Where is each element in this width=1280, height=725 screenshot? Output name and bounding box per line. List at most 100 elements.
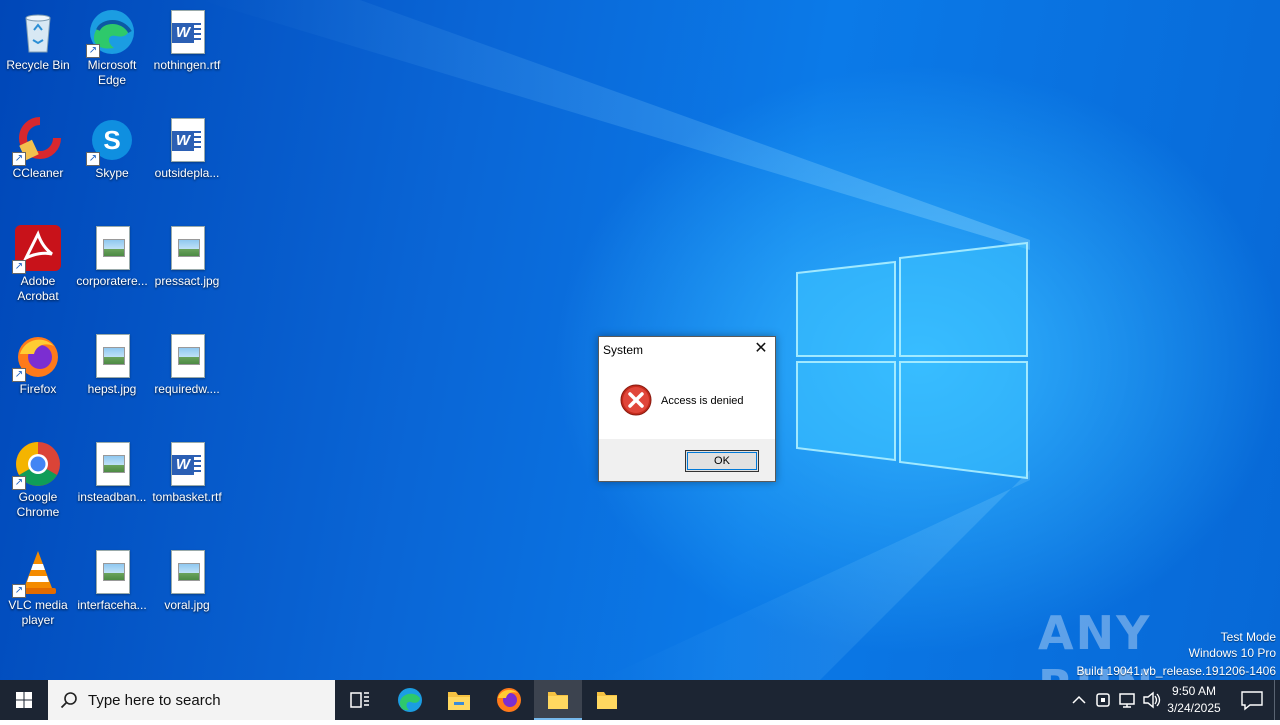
desktop: Recycle Bin ↗ CCleaner ↗ Adobe Acrobat ↗… xyxy=(0,0,1280,680)
shortcut-arrow-icon: ↗ xyxy=(12,152,26,166)
desktop-icon-label: corporatere... xyxy=(76,274,148,288)
folder-icon xyxy=(597,692,617,709)
windows-logo-icon xyxy=(16,692,32,708)
system-error-dialog: System ✕ Access is denied OK xyxy=(598,336,776,482)
search-box[interactable]: Type here to search xyxy=(48,680,335,720)
desktop-icon-rtf-file[interactable]: W nothingen.rtf xyxy=(149,4,225,73)
desktop-icon-microsoft-edge[interactable]: ↗ Microsoft Edge xyxy=(74,4,150,88)
svg-text:S: S xyxy=(103,125,120,155)
desktop-icon-google-chrome[interactable]: ↗ Google Chrome xyxy=(0,436,76,520)
desktop-icon-label: VLC media player xyxy=(8,598,68,627)
dialog-footer: OK xyxy=(599,439,775,481)
windows-edition-label: Windows 10 Pro xyxy=(1188,646,1276,660)
show-hidden-icons-button[interactable] xyxy=(1068,680,1090,720)
shortcut-arrow-icon: ↗ xyxy=(12,476,26,490)
desktop-icon-label: hepst.jpg xyxy=(87,382,137,396)
desktop-icon-jpg-file[interactable]: hepst.jpg xyxy=(74,328,150,397)
desktop-icon-label: outsidepla... xyxy=(154,166,220,180)
test-mode-label: Test Mode xyxy=(1220,630,1276,644)
volume-button[interactable] xyxy=(1140,680,1162,720)
dialog-message: Access is denied xyxy=(661,395,744,407)
jpg-file-icon xyxy=(163,548,211,596)
taskbar: Type here to search 9:50 AM 3/24/2025 xyxy=(0,680,1280,720)
windows-logo-wallpaper xyxy=(796,241,1028,480)
search-icon xyxy=(60,692,77,709)
task-view-button[interactable] xyxy=(336,680,384,720)
desktop-icon-label: Google Chrome xyxy=(16,490,60,519)
desktop-icon-jpg-file[interactable]: corporatere... xyxy=(74,220,150,289)
desktop-icon-rtf-file[interactable]: W outsidepla... xyxy=(149,112,225,181)
clock-time: 9:50 AM xyxy=(1171,684,1217,698)
jpg-file-icon xyxy=(88,332,136,380)
shortcut-arrow-icon: ↗ xyxy=(12,260,26,274)
network-button[interactable] xyxy=(1116,680,1138,720)
taskbar-firefox-button[interactable] xyxy=(485,680,533,720)
recycle-bin-icon xyxy=(14,8,62,56)
desktop-icon-label: Microsoft Edge xyxy=(87,58,137,87)
skype-icon: S ↗ xyxy=(86,116,136,166)
edge-icon xyxy=(398,688,422,712)
tray-device-icon-button[interactable] xyxy=(1092,680,1114,720)
word-document-icon: W xyxy=(163,116,211,164)
desktop-icon-skype[interactable]: S ↗ Skype xyxy=(74,112,150,181)
usb-device-icon xyxy=(1096,693,1110,707)
folder-icon xyxy=(548,692,568,709)
word-document-icon: W xyxy=(163,440,211,488)
show-desktop-button[interactable] xyxy=(1274,680,1280,720)
desktop-icon-jpg-file[interactable]: voral.jpg xyxy=(149,544,225,613)
desktop-icon-firefox[interactable]: ↗ Firefox xyxy=(0,328,76,397)
chevron-up-icon xyxy=(1072,695,1086,704)
dialog-title: System xyxy=(603,343,644,357)
desktop-icon-label: CCleaner xyxy=(12,166,64,180)
desktop-icon-label: Adobe Acrobat xyxy=(17,274,59,303)
task-view-icon xyxy=(350,692,369,708)
desktop-icon-jpg-file[interactable]: pressact.jpg xyxy=(149,220,225,289)
desktop-icon-recycle-bin[interactable]: Recycle Bin xyxy=(0,4,76,73)
firefox-icon: ↗ xyxy=(12,332,62,382)
error-icon xyxy=(620,384,652,416)
taskbar-edge-button[interactable] xyxy=(386,680,434,720)
desktop-icon-jpg-file[interactable]: requiredw.... xyxy=(149,328,225,397)
word-document-icon: W xyxy=(163,8,211,56)
desktop-icon-label: requiredw.... xyxy=(154,382,220,396)
firefox-icon xyxy=(497,688,521,712)
taskbar-folder-window-button[interactable] xyxy=(583,680,631,720)
desktop-icon-label: voral.jpg xyxy=(164,598,210,612)
desktop-icon-adobe-acrobat[interactable]: ↗ Adobe Acrobat xyxy=(0,220,76,304)
desktop-icon-rtf-file[interactable]: W tombasket.rtf xyxy=(149,436,225,505)
jpg-file-icon xyxy=(163,332,211,380)
shortcut-arrow-icon: ↗ xyxy=(12,584,26,598)
desktop-icon-label: insteadban... xyxy=(77,490,147,504)
vlc-icon: ↗ xyxy=(12,548,62,598)
desktop-icon-ccleaner[interactable]: ↗ CCleaner xyxy=(0,112,76,181)
desktop-icon-label: Firefox xyxy=(19,382,57,396)
adobe-acrobat-icon: ↗ xyxy=(12,224,62,274)
network-icon xyxy=(1119,693,1135,708)
taskbar-file-explorer-button[interactable] xyxy=(435,680,483,720)
edge-icon: ↗ xyxy=(86,8,136,58)
close-icon[interactable]: ✕ xyxy=(753,341,769,357)
taskbar-folder-window-button-active[interactable] xyxy=(534,680,582,720)
desktop-icon-vlc[interactable]: ↗ VLC media player xyxy=(0,544,76,628)
action-center-button[interactable] xyxy=(1232,680,1272,720)
chrome-icon: ↗ xyxy=(12,440,62,490)
desktop-icon-label: tombasket.rtf xyxy=(152,490,222,504)
desktop-icon-jpg-file[interactable]: interfaceha... xyxy=(74,544,150,613)
shortcut-arrow-icon: ↗ xyxy=(86,44,100,58)
jpg-file-icon xyxy=(88,548,136,596)
start-button[interactable] xyxy=(0,680,48,720)
desktop-icon-label: interfaceha... xyxy=(77,598,147,612)
desktop-icon-label: nothingen.rtf xyxy=(153,58,221,72)
search-placeholder: Type here to search xyxy=(88,692,221,709)
desktop-icon-jpg-file[interactable]: insteadban... xyxy=(74,436,150,505)
build-label: Build 19041.vb_release.191206-1406 xyxy=(1076,664,1277,678)
ccleaner-icon: ↗ xyxy=(12,116,62,166)
desktop-icon-label: pressact.jpg xyxy=(154,274,220,288)
desktop-icon-label: Skype xyxy=(95,166,129,180)
clock-date: 3/24/2025 xyxy=(1167,701,1221,715)
jpg-file-icon xyxy=(88,224,136,272)
jpg-file-icon xyxy=(88,440,136,488)
clock[interactable]: 9:50 AM 3/24/2025 xyxy=(1162,680,1226,720)
shortcut-arrow-icon: ↗ xyxy=(86,152,100,166)
ok-button[interactable]: OK xyxy=(685,450,759,472)
